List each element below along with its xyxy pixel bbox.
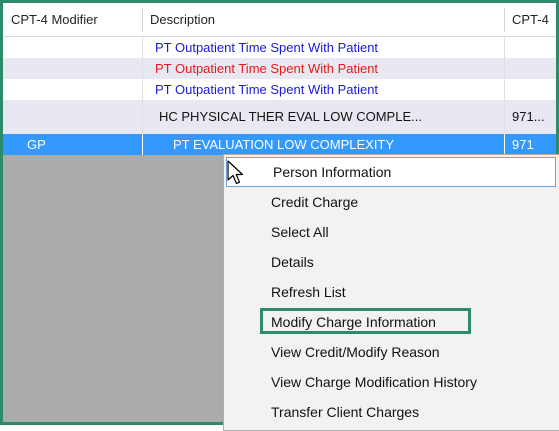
row-description: HC PHYSICAL THER EVAL LOW COMPLE...: [159, 109, 422, 124]
row-description: PT Outpatient Time Spent With Patient: [155, 61, 379, 76]
context-menu: Person Information Credit Charge Select …: [223, 154, 559, 431]
table-row[interactable]: PT Outpatient Time Spent With Patient: [3, 37, 556, 58]
column-header-cpt[interactable]: CPT-4: [504, 3, 556, 36]
row-cpt: 971...: [512, 109, 545, 124]
menu-item-person-information[interactable]: Person Information: [226, 157, 556, 187]
table-row[interactable]: PT Outpatient Time Spent With Patient: [3, 79, 556, 100]
menu-item-modify-charge-information[interactable]: Modify Charge Information: [224, 307, 559, 337]
table-row-selected[interactable]: GP PT EVALUATION LOW COMPLEXITY 971: [3, 134, 556, 155]
column-header: CPT-4 Modifier Description CPT-4: [3, 3, 556, 37]
column-header-cpt-modifier[interactable]: CPT-4 Modifier: [3, 3, 142, 36]
row-cpt: [512, 58, 556, 79]
arrow-cursor-icon: [227, 160, 244, 185]
menu-item-view-charge-modification-history[interactable]: View Charge Modification History: [224, 367, 559, 397]
row-description: PT Outpatient Time Spent With Patient: [155, 82, 379, 97]
row-cpt: [512, 79, 556, 100]
table-row[interactable]: HC PHYSICAL THER EVAL LOW COMPLE... 971.…: [3, 100, 556, 134]
row-cpt: 971: [512, 137, 534, 152]
table-row[interactable]: PT Outpatient Time Spent With Patient: [3, 58, 556, 79]
highlight-box: [260, 308, 471, 334]
menu-item-select-all[interactable]: Select All: [224, 217, 559, 247]
row-modifier: GP: [27, 137, 46, 152]
row-modifier: [11, 58, 141, 79]
row-cpt: [512, 37, 556, 58]
menu-item-refresh-list[interactable]: Refresh List: [224, 277, 559, 307]
menu-item-details[interactable]: Details: [224, 247, 559, 277]
row-modifier: [11, 100, 141, 134]
row-description: PT Outpatient Time Spent With Patient: [155, 40, 379, 55]
column-header-description[interactable]: Description: [142, 3, 504, 36]
row-modifier: [11, 79, 141, 100]
row-description: PT EVALUATION LOW COMPLEXITY: [173, 137, 395, 152]
menu-item-transfer-client-charges[interactable]: Transfer Client Charges: [224, 397, 559, 427]
row-modifier: [11, 37, 141, 58]
menu-item-credit-charge[interactable]: Credit Charge: [224, 187, 559, 217]
menu-item-view-credit-modify-reason[interactable]: View Credit/Modify Reason: [224, 337, 559, 367]
